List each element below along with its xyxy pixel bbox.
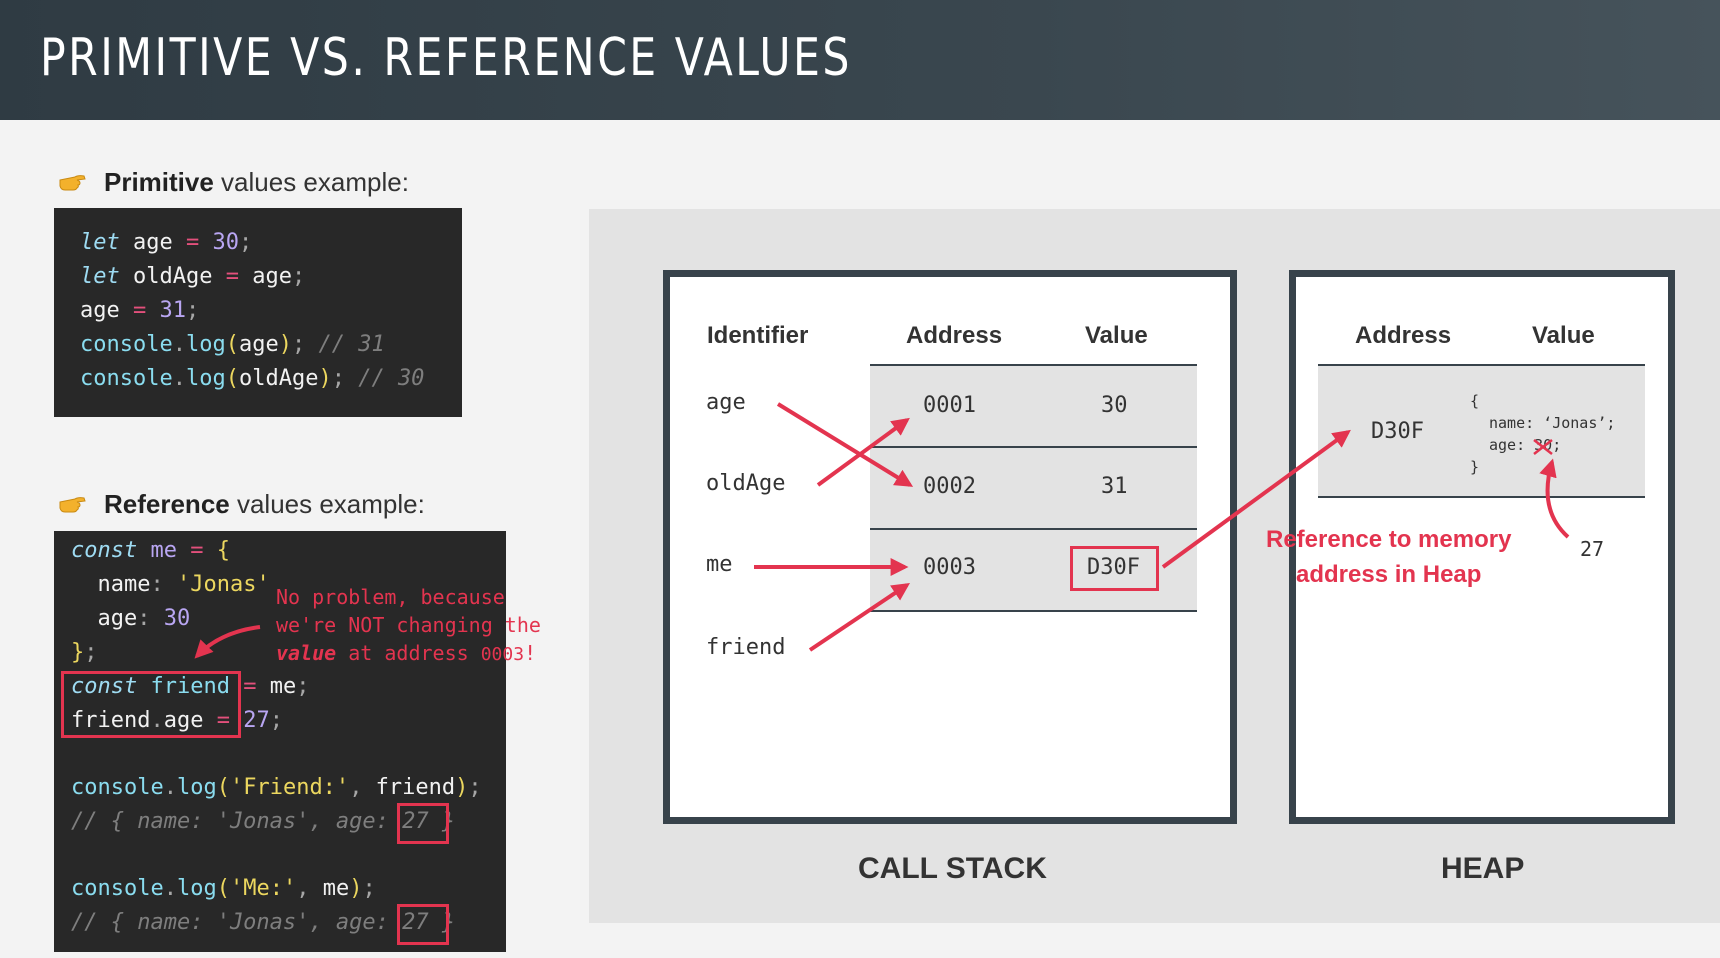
arrows-layer (194, 402, 1570, 659)
arrow-annotation-to-age (194, 625, 261, 659)
arrow-friend-to-0003 (808, 582, 910, 652)
arrow-age-to-0002 (776, 402, 914, 487)
arrow-d30f-to-heap (1161, 429, 1351, 569)
arrow-27-to-age (1539, 458, 1570, 539)
